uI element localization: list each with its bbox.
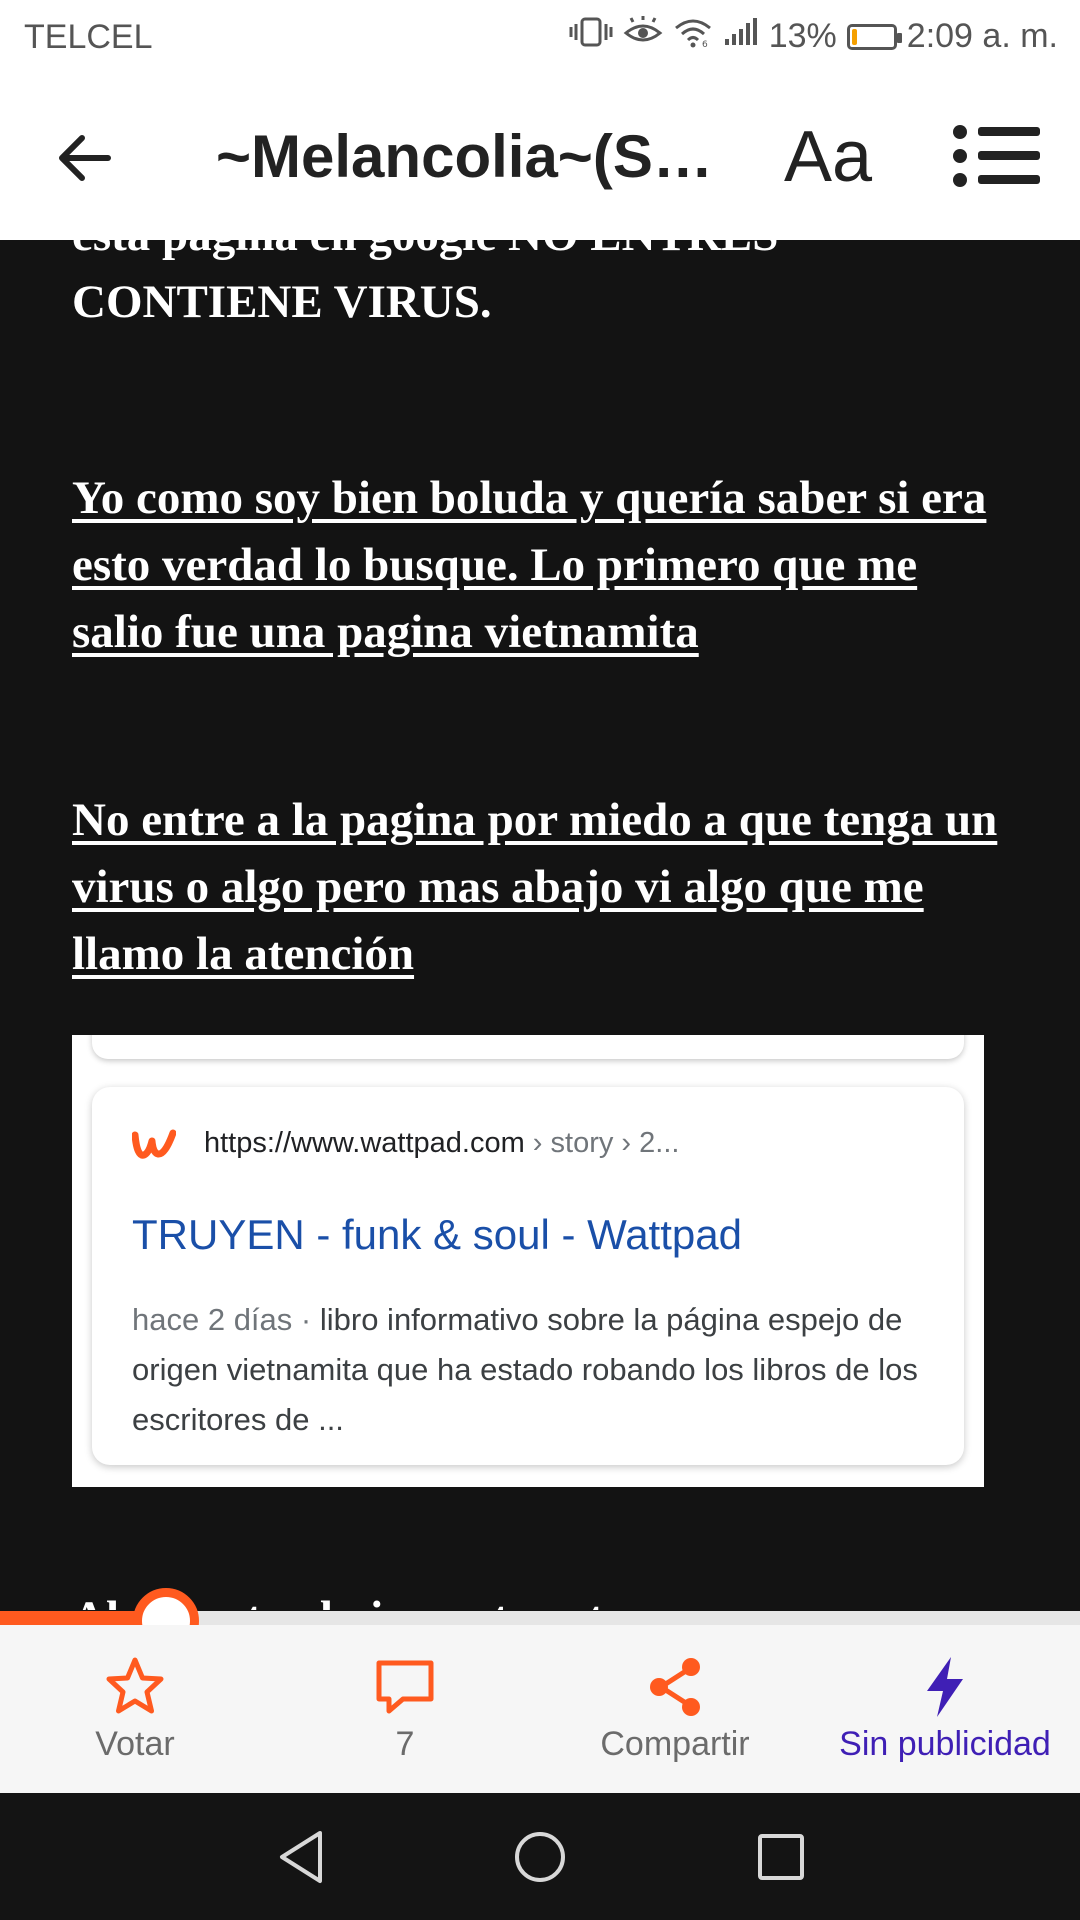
reader-header: ~Melancolia~(Su... Aa: [0, 76, 1080, 240]
paragraph-1-wrap: Yo como soy bien boluda y quería saber s…: [72, 465, 1002, 666]
share-label: Compartir: [600, 1725, 750, 1763]
table-of-contents-icon: [953, 125, 1040, 187]
back-button[interactable]: [52, 126, 116, 190]
battery-percent: 13%: [768, 17, 837, 55]
no-ads-button[interactable]: Sin publicidad: [810, 1625, 1080, 1793]
back-arrow-icon: [59, 135, 111, 181]
eye-comfort-icon: [623, 16, 663, 57]
no-ads-label: Sin publicidad: [839, 1725, 1051, 1763]
paragraph-2-wrap: No entre a la pagina por miedo a que ten…: [72, 787, 1002, 988]
story-title: ~Melancolia~(Su...: [216, 123, 736, 190]
font-settings-button[interactable]: Aa: [784, 116, 872, 198]
paragraph-2: No entre a la pagina por miedo a que ten…: [72, 794, 998, 980]
share-button[interactable]: Compartir: [540, 1625, 810, 1793]
result-url: https://www.wattpad.com › story › 2...: [204, 1127, 679, 1160]
star-icon: [106, 1657, 164, 1714]
result-snippet: hace 2 días · libro informativo sobre la…: [132, 1295, 932, 1445]
story-content[interactable]: esta pagina en google NO ENTRES CONTIENE…: [0, 240, 1080, 1610]
carrier-label: TELCEL: [24, 18, 153, 56]
paragraph-cut-top: esta pagina en google NO ENTRES: [72, 240, 1002, 269]
paragraph-3: Al ver esto obviamente entre para: [72, 1585, 1002, 1610]
wifi-icon: 6: [673, 16, 713, 57]
comment-icon: [376, 1660, 434, 1714]
result-date: hace 2 días: [132, 1302, 293, 1337]
share-icon: [650, 1658, 700, 1716]
svg-text:6: 6: [702, 40, 708, 48]
system-navigation-bar: [0, 1793, 1080, 1920]
signal-icon: [723, 17, 759, 56]
clock: 2:09 a. m.: [906, 17, 1058, 55]
result-url-breadcrumb: › story › 2...: [524, 1127, 680, 1159]
table-of-contents-button[interactable]: [952, 124, 1042, 188]
battery-fill: [851, 28, 857, 45]
lightning-icon: [927, 1657, 963, 1717]
paragraph-1: Yo como soy bien boluda y quería saber s…: [72, 472, 987, 658]
story-action-bar: Votar 7 Compartir Sin publicidad: [0, 1625, 1080, 1793]
vote-label: Votar: [95, 1725, 175, 1763]
vote-button[interactable]: Votar: [0, 1625, 270, 1793]
recents-square-icon[interactable]: [756, 1829, 806, 1885]
previous-result-card: [92, 1035, 964, 1059]
search-result-card: https://www.wattpad.com › story › 2... T…: [92, 1087, 964, 1465]
result-title: TRUYEN - funk & soul - Wattpad: [132, 1211, 742, 1258]
wattpad-logo-icon: [132, 1129, 176, 1159]
home-circle-icon[interactable]: [512, 1829, 568, 1885]
battery-icon: [846, 23, 902, 50]
result-separator: ·: [292, 1302, 320, 1337]
paragraph-top: CONTIENE VIRUS.: [72, 276, 492, 328]
vibrate-icon: [569, 16, 613, 57]
embedded-image[interactable]: https://www.wattpad.com › story › 2... T…: [72, 1035, 984, 1487]
result-url-domain: https://www.wattpad.com: [204, 1127, 525, 1159]
back-triangle-icon[interactable]: [276, 1829, 326, 1885]
comments-count: 7: [395, 1725, 415, 1763]
status-icons: 6 13% 2:09 a. m.: [569, 16, 1058, 57]
comments-button[interactable]: 7: [270, 1625, 540, 1793]
status-bar: TELCEL 6 13% 2:09 a. m.: [0, 0, 1080, 76]
